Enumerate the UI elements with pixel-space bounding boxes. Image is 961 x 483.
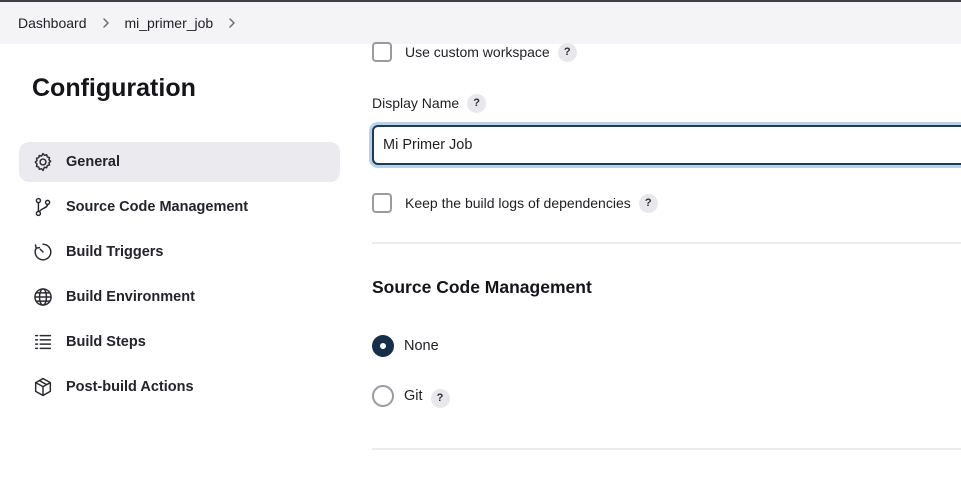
sidebar-item-build-steps[interactable]: Build Steps <box>19 322 340 362</box>
breadcrumb-job[interactable]: mi_primer_job <box>125 15 214 31</box>
display-name-label: Display Name <box>372 95 460 111</box>
scm-section-title: Source Code Management <box>372 277 592 297</box>
sidebar-item-label: General <box>66 154 120 170</box>
help-icon[interactable]: ? <box>430 388 450 408</box>
section-divider <box>372 448 961 450</box>
keep-logs-label: Keep the build logs of dependencies <box>405 195 631 211</box>
chevron-right-icon <box>87 13 125 33</box>
section-divider <box>372 242 961 244</box>
sidebar-item-label: Build Triggers <box>66 244 164 260</box>
list-icon <box>19 331 66 353</box>
git-branch-icon <box>19 196 66 218</box>
display-name-input[interactable] <box>372 125 961 165</box>
scm-none-radio[interactable] <box>372 335 394 357</box>
sidebar-item-build-environment[interactable]: Build Environment <box>19 277 340 317</box>
sidebar-item-source-code-management[interactable]: Source Code Management <box>19 187 340 227</box>
custom-workspace-label: Use custom workspace <box>405 44 550 60</box>
sidebar-item-label: Source Code Management <box>66 199 249 215</box>
page-title: Configuration <box>32 74 196 102</box>
sidebar-item-build-triggers[interactable]: Build Triggers <box>19 232 340 272</box>
sidebar-item-general[interactable]: General <box>19 142 340 182</box>
config-main: Use custom workspace ? Display Name ? Ke… <box>372 42 961 483</box>
display-name-label-row: Display Name ? <box>372 93 487 113</box>
help-icon[interactable]: ? <box>467 93 487 113</box>
breadcrumb: Dashboard mi_primer_job <box>0 2 961 44</box>
help-icon[interactable]: ? <box>557 42 577 62</box>
sidebar-item-label: Post-build Actions <box>66 379 194 395</box>
package-icon <box>19 376 66 398</box>
scm-option-git: Git ? <box>372 385 450 408</box>
globe-icon <box>19 286 66 308</box>
help-icon[interactable]: ? <box>638 193 658 213</box>
keep-logs-row: Keep the build logs of dependencies ? <box>372 192 658 214</box>
timer-icon <box>19 241 66 263</box>
sidebar-item-post-build-actions[interactable]: Post-build Actions <box>19 367 340 407</box>
config-sidebar: General Source Code Management Build Tri… <box>19 142 340 412</box>
keep-logs-checkbox[interactable] <box>372 193 392 213</box>
scm-option-none: None <box>372 335 439 357</box>
gear-icon <box>19 151 66 173</box>
sidebar-item-label: Build Steps <box>66 334 146 350</box>
scm-none-label: None <box>404 338 439 354</box>
scm-git-radio[interactable] <box>372 385 394 407</box>
breadcrumb-dashboard[interactable]: Dashboard <box>18 15 87 31</box>
chevron-right-icon[interactable] <box>213 13 251 33</box>
sidebar-item-label: Build Environment <box>66 289 195 305</box>
custom-workspace-checkbox[interactable] <box>372 42 392 62</box>
custom-workspace-row: Use custom workspace ? <box>372 42 577 62</box>
scm-git-label: Git <box>404 388 423 404</box>
